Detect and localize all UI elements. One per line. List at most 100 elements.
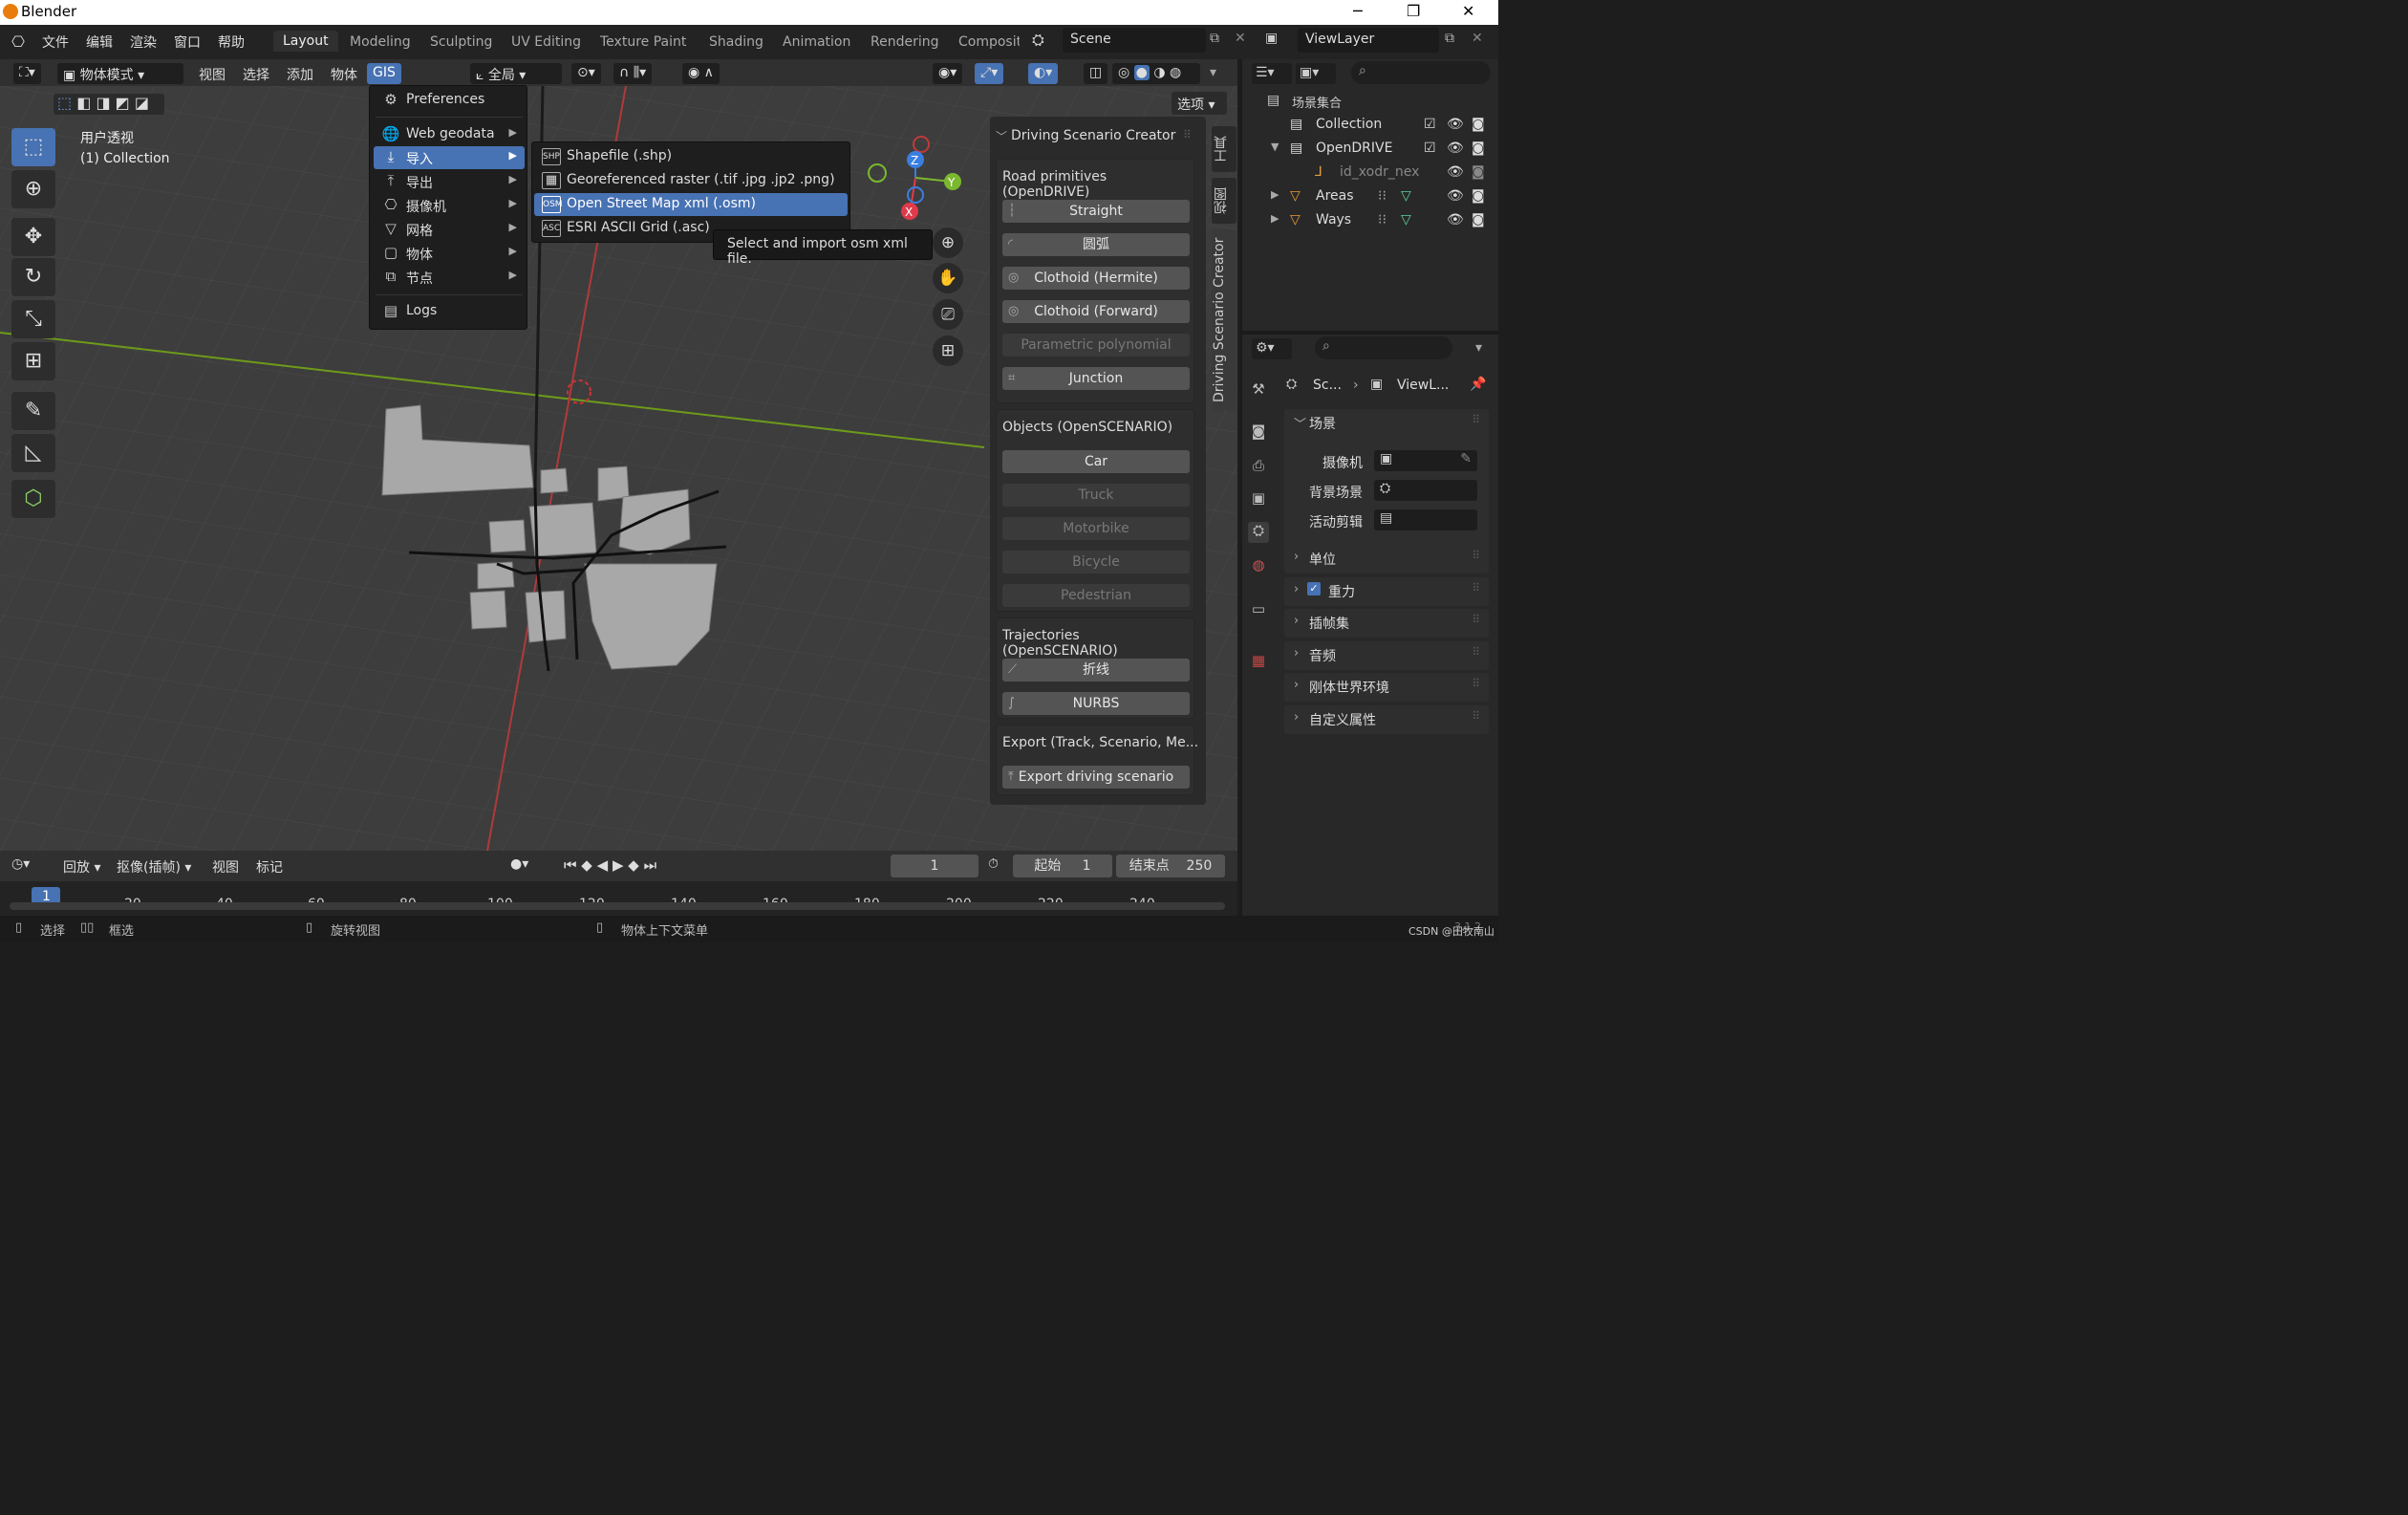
overlays-icon[interactable]: ◐▾	[1028, 63, 1059, 84]
solid-shading-icon[interactable]: ●	[1133, 65, 1150, 80]
active-clip-field[interactable]: ▤	[1374, 509, 1477, 530]
custom-properties-panel[interactable]: › 自定义属性 ⠿	[1284, 705, 1489, 734]
eye-icon[interactable]: 👁	[1447, 212, 1464, 227]
options-dropdown[interactable]: 选项 ▾	[1172, 92, 1227, 115]
minimize-icon[interactable]: ─	[1353, 2, 1363, 20]
background-scene-field[interactable]: ⛭	[1374, 480, 1477, 501]
outliner-row-opendrive[interactable]: ▼ ▤ OpenDRIVE ☑ 👁 ◙	[1242, 138, 1498, 162]
menu-help[interactable]: 帮助	[218, 32, 245, 52]
world-tab-icon[interactable]: ◍	[1248, 556, 1269, 577]
remove-viewlayer-icon[interactable]: ✕	[1472, 31, 1483, 46]
select-new-icon[interactable]: ⬚	[57, 94, 72, 112]
timeline-view-menu[interactable]: 视图	[212, 857, 239, 877]
panel-grip-icon[interactable]: ⠿	[1472, 645, 1481, 659]
panel-collapse-icon[interactable]: ﹀	[996, 128, 1007, 144]
menu-gis[interactable]: GIS	[367, 63, 401, 84]
close-icon[interactable]: ✕	[1462, 2, 1474, 20]
camera-icon[interactable]: ◙	[1472, 141, 1485, 156]
gis-nodes[interactable]: ⧉ 节点 ▶	[374, 266, 525, 289]
camera-field[interactable]: ▣ ✎	[1374, 450, 1477, 471]
tab-sculpting[interactable]: Sculpting	[430, 34, 492, 50]
timeline-scrollbar[interactable]	[10, 902, 1225, 910]
menu-view[interactable]: 视图	[193, 63, 231, 84]
prev-keyframe-icon[interactable]: ◆	[581, 856, 592, 874]
panel-title[interactable]: Driving Scenario Creator	[1011, 128, 1175, 143]
scene-browse-icon[interactable]: ⛭	[1032, 31, 1044, 50]
scene-panel-title[interactable]: 场景	[1309, 417, 1336, 432]
outliner-search[interactable]: ⌕	[1351, 61, 1491, 84]
properties-editor-icon[interactable]: ⚙▾	[1252, 338, 1292, 359]
editor-type-icon[interactable]: ⛶▾	[13, 63, 41, 84]
camera-off-icon[interactable]: ◙	[1472, 164, 1485, 180]
straight-button[interactable]: ┆ Straight	[1002, 200, 1190, 223]
proportional-edit-icon[interactable]: ◉ ∧	[682, 63, 720, 84]
arc-button[interactable]: ◜ 圆弧	[1002, 233, 1190, 256]
properties-search[interactable]: ⌕	[1315, 336, 1452, 359]
tab-shading[interactable]: Shading	[709, 34, 763, 50]
pan-hand-icon[interactable]: ✋	[933, 263, 963, 293]
import-osm[interactable]: OSM Open Street Map xml (.osm)	[534, 193, 848, 216]
ortho-grid-icon[interactable]: ⊞	[933, 335, 963, 366]
gis-logs[interactable]: ▤ Logs	[374, 300, 525, 323]
panel-grip-icon[interactable]: ⠿	[1472, 709, 1481, 723]
record-icon[interactable]: ●▾	[510, 856, 528, 872]
scene-field[interactable]: Scene	[1063, 28, 1206, 53]
shading-modes[interactable]: ◎ ● ◑ ◍	[1112, 63, 1200, 84]
gizmo-neg-z-icon[interactable]	[907, 186, 924, 204]
outliner-row-areas[interactable]: ▶ ▽ Areas ⁝⁝ ▽ 👁 ◙	[1242, 185, 1498, 209]
audio-panel[interactable]: › 音频 ⠿	[1284, 641, 1489, 670]
xray-icon[interactable]: ◫	[1084, 63, 1108, 84]
tab-compositing[interactable]: Composit	[958, 34, 1020, 50]
clothoid-hermite-button[interactable]: ◎ Clothoid (Hermite)	[1002, 267, 1190, 290]
panel-grip-icon[interactable]: ⠿	[1472, 549, 1481, 562]
truck-button[interactable]: Truck	[1002, 484, 1190, 507]
gizmo-neg-x-icon[interactable]	[913, 136, 930, 153]
camera-view-icon[interactable]: ⎚	[933, 299, 963, 330]
tab-texture-paint[interactable]: Texture Paint	[600, 34, 686, 50]
gis-web-geodata[interactable]: 🌐 Web geodata ▶	[374, 123, 525, 146]
rigid-body-world-panel[interactable]: › 刚体世界环境 ⠿	[1284, 673, 1489, 702]
outliner-row-id-xodr[interactable]: ⅃ id_xodr_nex 👁 ◙	[1242, 162, 1498, 185]
jump-end-icon[interactable]: ⏭	[644, 856, 657, 874]
bicycle-button[interactable]: Bicycle	[1002, 551, 1190, 574]
rendered-shading-icon[interactable]: ◍	[1170, 65, 1181, 80]
tab-rendering[interactable]: Rendering	[871, 34, 939, 50]
camera-icon[interactable]: ◙	[1472, 212, 1485, 227]
rotate-tool-icon[interactable]: ↻	[11, 258, 55, 296]
menu-select[interactable]: 选择	[237, 63, 275, 84]
outliner-scene-collection[interactable]: ▤ 场景集合	[1242, 90, 1498, 114]
select-box-tool-icon[interactable]: ⬚	[11, 128, 55, 166]
render-tab-icon[interactable]: ◙	[1248, 422, 1269, 444]
gis-export[interactable]: ⤒ 导出 ▶	[374, 170, 525, 193]
expand-right-icon[interactable]: ▶	[1271, 212, 1279, 225]
gis-camera[interactable]: ⎔ 摄像机 ▶	[374, 194, 525, 217]
shading-dropdown-icon[interactable]: ▾	[1204, 63, 1222, 84]
keying-menu[interactable]: 抠像(插帧) ▾	[117, 857, 191, 877]
measure-tool-icon[interactable]: ◺	[11, 434, 55, 472]
gis-object[interactable]: ▢ 物体 ▶	[374, 242, 525, 265]
marker-menu[interactable]: 标记	[256, 857, 283, 877]
end-frame-field[interactable]: 结束点 250	[1116, 855, 1225, 877]
texture-tab-icon[interactable]: ▦	[1248, 652, 1269, 673]
keying-sets-panel[interactable]: › 插帧集 ⠿	[1284, 609, 1489, 638]
car-button[interactable]: Car	[1002, 450, 1190, 473]
view-layer-tab-icon[interactable]: ▣	[1248, 489, 1269, 510]
play-icon[interactable]: ▶	[613, 856, 624, 874]
gis-mesh[interactable]: ▽ 网格 ▶	[374, 218, 525, 241]
clothoid-forward-button[interactable]: ◎ Clothoid (Forward)	[1002, 300, 1190, 323]
timeline-editor-icon[interactable]: ◷▾	[11, 856, 30, 872]
menu-edit[interactable]: 编辑	[86, 32, 113, 52]
output-tab-icon[interactable]: ⎙	[1248, 457, 1269, 478]
gizmo-toggle-icon[interactable]: ⤢▾	[975, 63, 1004, 84]
next-keyframe-icon[interactable]: ◆	[628, 856, 639, 874]
annotate-tool-icon[interactable]: ✎	[11, 392, 55, 430]
outliner-row-collection[interactable]: ▤ Collection ☑ 👁 ◙	[1242, 114, 1498, 138]
checkbox-icon[interactable]: ☑	[1424, 117, 1436, 132]
stopwatch-icon[interactable]: ⏱	[988, 856, 999, 872]
units-panel[interactable]: › 单位 ⠿	[1284, 545, 1489, 574]
transform-tool-icon[interactable]: ⊞	[11, 342, 55, 380]
panel-grip-icon[interactable]: ⠿	[1472, 613, 1481, 626]
menu-render[interactable]: 渲染	[130, 32, 157, 52]
blender-menu-icon[interactable]: ⎔	[11, 32, 25, 51]
select-intersect-icon[interactable]: ◪	[135, 94, 149, 112]
